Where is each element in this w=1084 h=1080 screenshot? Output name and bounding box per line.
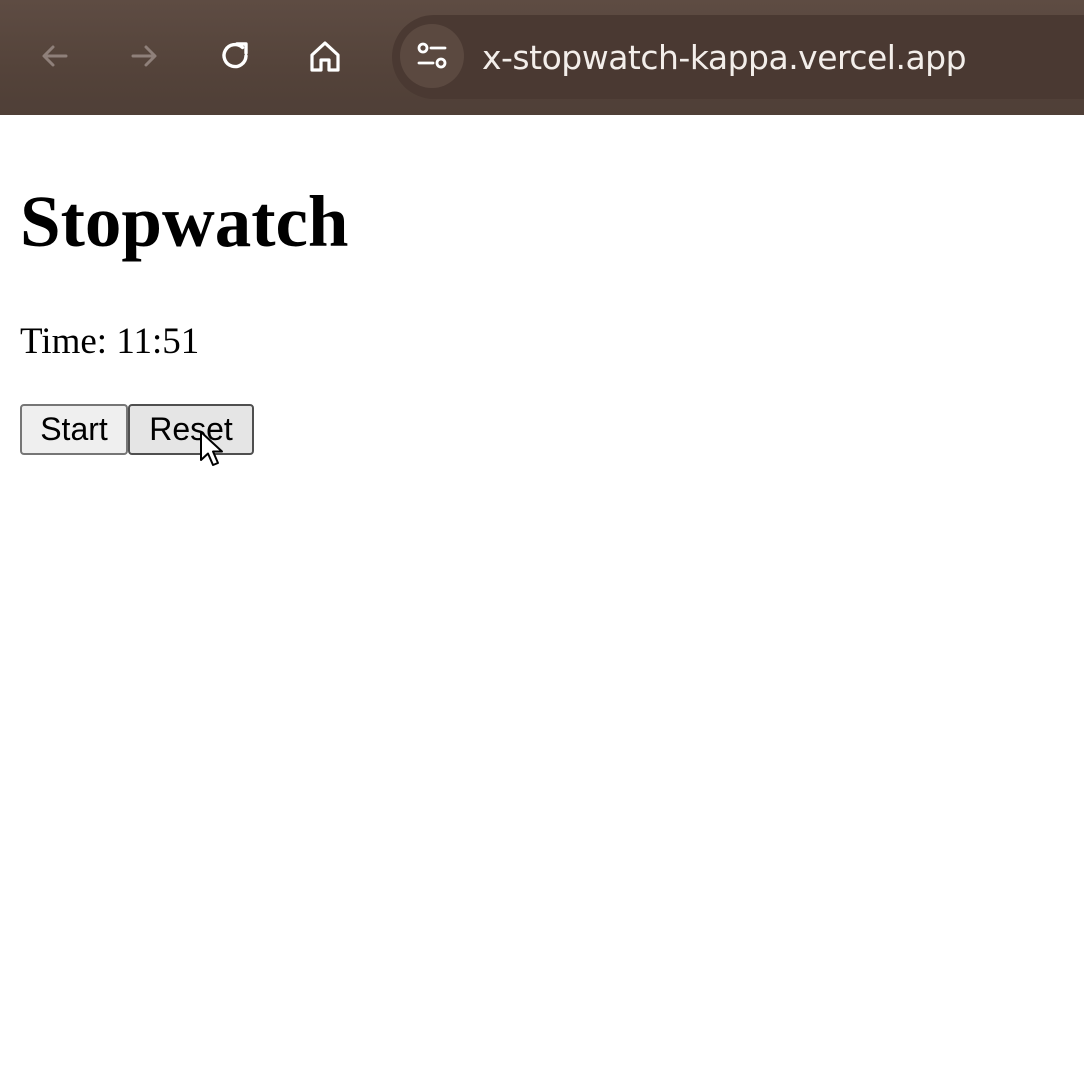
back-arrow-icon xyxy=(42,45,68,67)
time-display: Time: 11:51 xyxy=(20,319,199,365)
start-button[interactable]: Start xyxy=(20,404,128,455)
reload-icon xyxy=(222,42,248,69)
forward-button[interactable] xyxy=(121,33,167,79)
time-label: Time: xyxy=(20,321,117,362)
site-info-button[interactable] xyxy=(400,24,464,88)
url-text[interactable]: x-stopwatch-kappa.vercel.app xyxy=(482,36,967,80)
site-settings-icon xyxy=(417,42,447,69)
time-value: 11:51 xyxy=(116,321,200,362)
browser-toolbar: x-stopwatch-kappa.vercel.app xyxy=(0,0,1084,115)
reset-button[interactable]: Reset xyxy=(128,404,254,455)
reload-button[interactable] xyxy=(212,33,258,79)
page-content: Stopwatch Time: 11:51 Start Reset xyxy=(0,115,1084,1080)
forward-arrow-icon xyxy=(131,45,157,67)
home-icon xyxy=(310,41,340,72)
home-button[interactable] xyxy=(302,33,348,79)
page-title: Stopwatch xyxy=(20,181,349,262)
back-button[interactable] xyxy=(32,33,78,79)
